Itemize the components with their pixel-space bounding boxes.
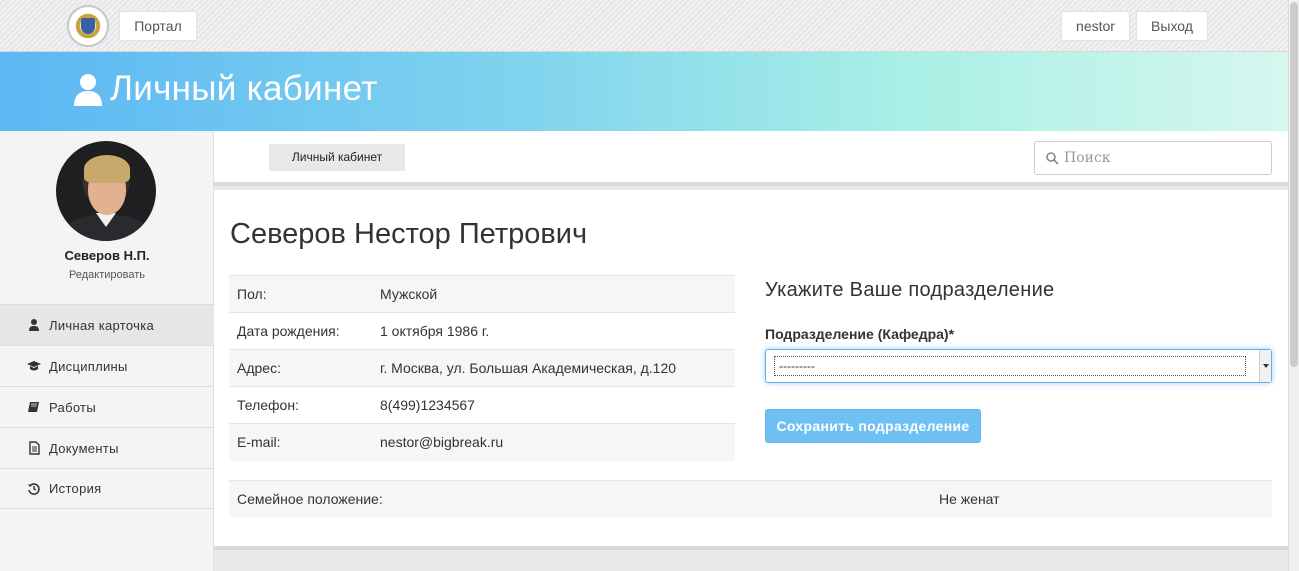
sidebar: Северов Н.П. Редактировать Личная карточ… [0,131,214,571]
content-header: Личный кабинет [214,131,1288,186]
family-status-value: Не женат [939,491,1000,507]
sidebar-item-label: Дисциплины [49,358,128,374]
graduation-cap-icon [27,361,41,371]
field-value: nestor@bigbreak.ru [372,423,735,461]
sidebar-item-documents[interactable]: Документы [0,427,214,468]
user-icon [29,319,39,331]
field-label: Дата рождения: [229,312,372,350]
scrollbar-thumb[interactable] [1290,2,1298,367]
family-status-row: Семейное положение: Не женат [229,480,1272,517]
department-heading: Укажите Ваше подразделение [765,279,1055,301]
field-value: 1 октября 1986 г. [372,312,735,350]
field-label: Пол: [229,275,372,313]
sidebar-item-label: Личная карточка [49,317,155,333]
chevron-down-icon[interactable] [1259,350,1271,382]
university-logo[interactable] [67,5,109,47]
sidebar-item-label: История [49,481,102,496]
field-value: Мужской [372,275,735,313]
field-value: г. Москва, ул. Большая Академическая, д.… [372,349,735,387]
page-title: Личный кабинет [110,69,378,108]
person-full-name: Северов Нестор Петрович [230,218,588,250]
page-banner: Личный кабинет [0,52,1288,131]
breadcrumb[interactable]: Личный кабинет [269,144,405,171]
logout-button[interactable]: Выход [1136,11,1208,41]
search-box[interactable] [1034,141,1272,175]
sidebar-item-works[interactable]: Работы [0,386,214,427]
sidebar-item-label: Работы [49,399,96,415]
table-row: Адрес: г. Москва, ул. Большая Академичес… [229,349,735,387]
field-value: 8(499)1234567 [372,386,735,424]
field-label: Адрес: [229,349,372,387]
search-input[interactable] [1064,148,1264,168]
table-row: Телефон: 8(499)1234567 [229,386,735,424]
logo-shield-icon [81,18,95,34]
department-selected-value: --------- [774,356,1246,376]
sidebar-item-label: Документы [49,440,119,456]
user-short-name: Северов Н.П. [64,248,150,263]
page-scrollbar[interactable] [1288,0,1299,571]
sidebar-menu: Личная карточка Дисциплины Работы Докуме… [0,304,214,509]
username-button[interactable]: nestor [1061,11,1130,41]
department-field-label: Подразделение (Кафедра)* [765,326,955,342]
search-icon [1046,152,1059,165]
user-icon [74,74,102,106]
document-icon [29,441,40,455]
sidebar-item-history[interactable]: История [0,468,214,509]
sidebar-item-personal-card[interactable]: Личная карточка [0,304,214,345]
table-row: Дата рождения: 1 октября 1986 г. [229,312,735,350]
book-icon [28,402,39,412]
table-row: E-mail: nestor@bigbreak.ru [229,423,735,461]
profile-card: Северов Нестор Петрович Пол: Мужской Дат… [214,190,1288,550]
portal-button[interactable]: Портал [119,11,197,41]
top-navbar: Портал nestor Выход [0,0,1288,52]
field-label: Телефон: [229,386,372,424]
table-row: Пол: Мужской [229,275,735,313]
personal-info-table: Пол: Мужской Дата рождения: 1 октября 19… [229,275,735,461]
save-department-button[interactable]: Сохранить подразделение [765,409,981,443]
family-status-label: Семейное положение: [237,491,383,507]
field-label: E-mail: [229,423,372,461]
history-icon [28,482,40,495]
avatar [56,141,156,241]
sidebar-item-disciplines[interactable]: Дисциплины [0,345,214,386]
department-select[interactable]: --------- [765,349,1272,383]
edit-profile-link[interactable]: Редактировать [0,269,214,281]
